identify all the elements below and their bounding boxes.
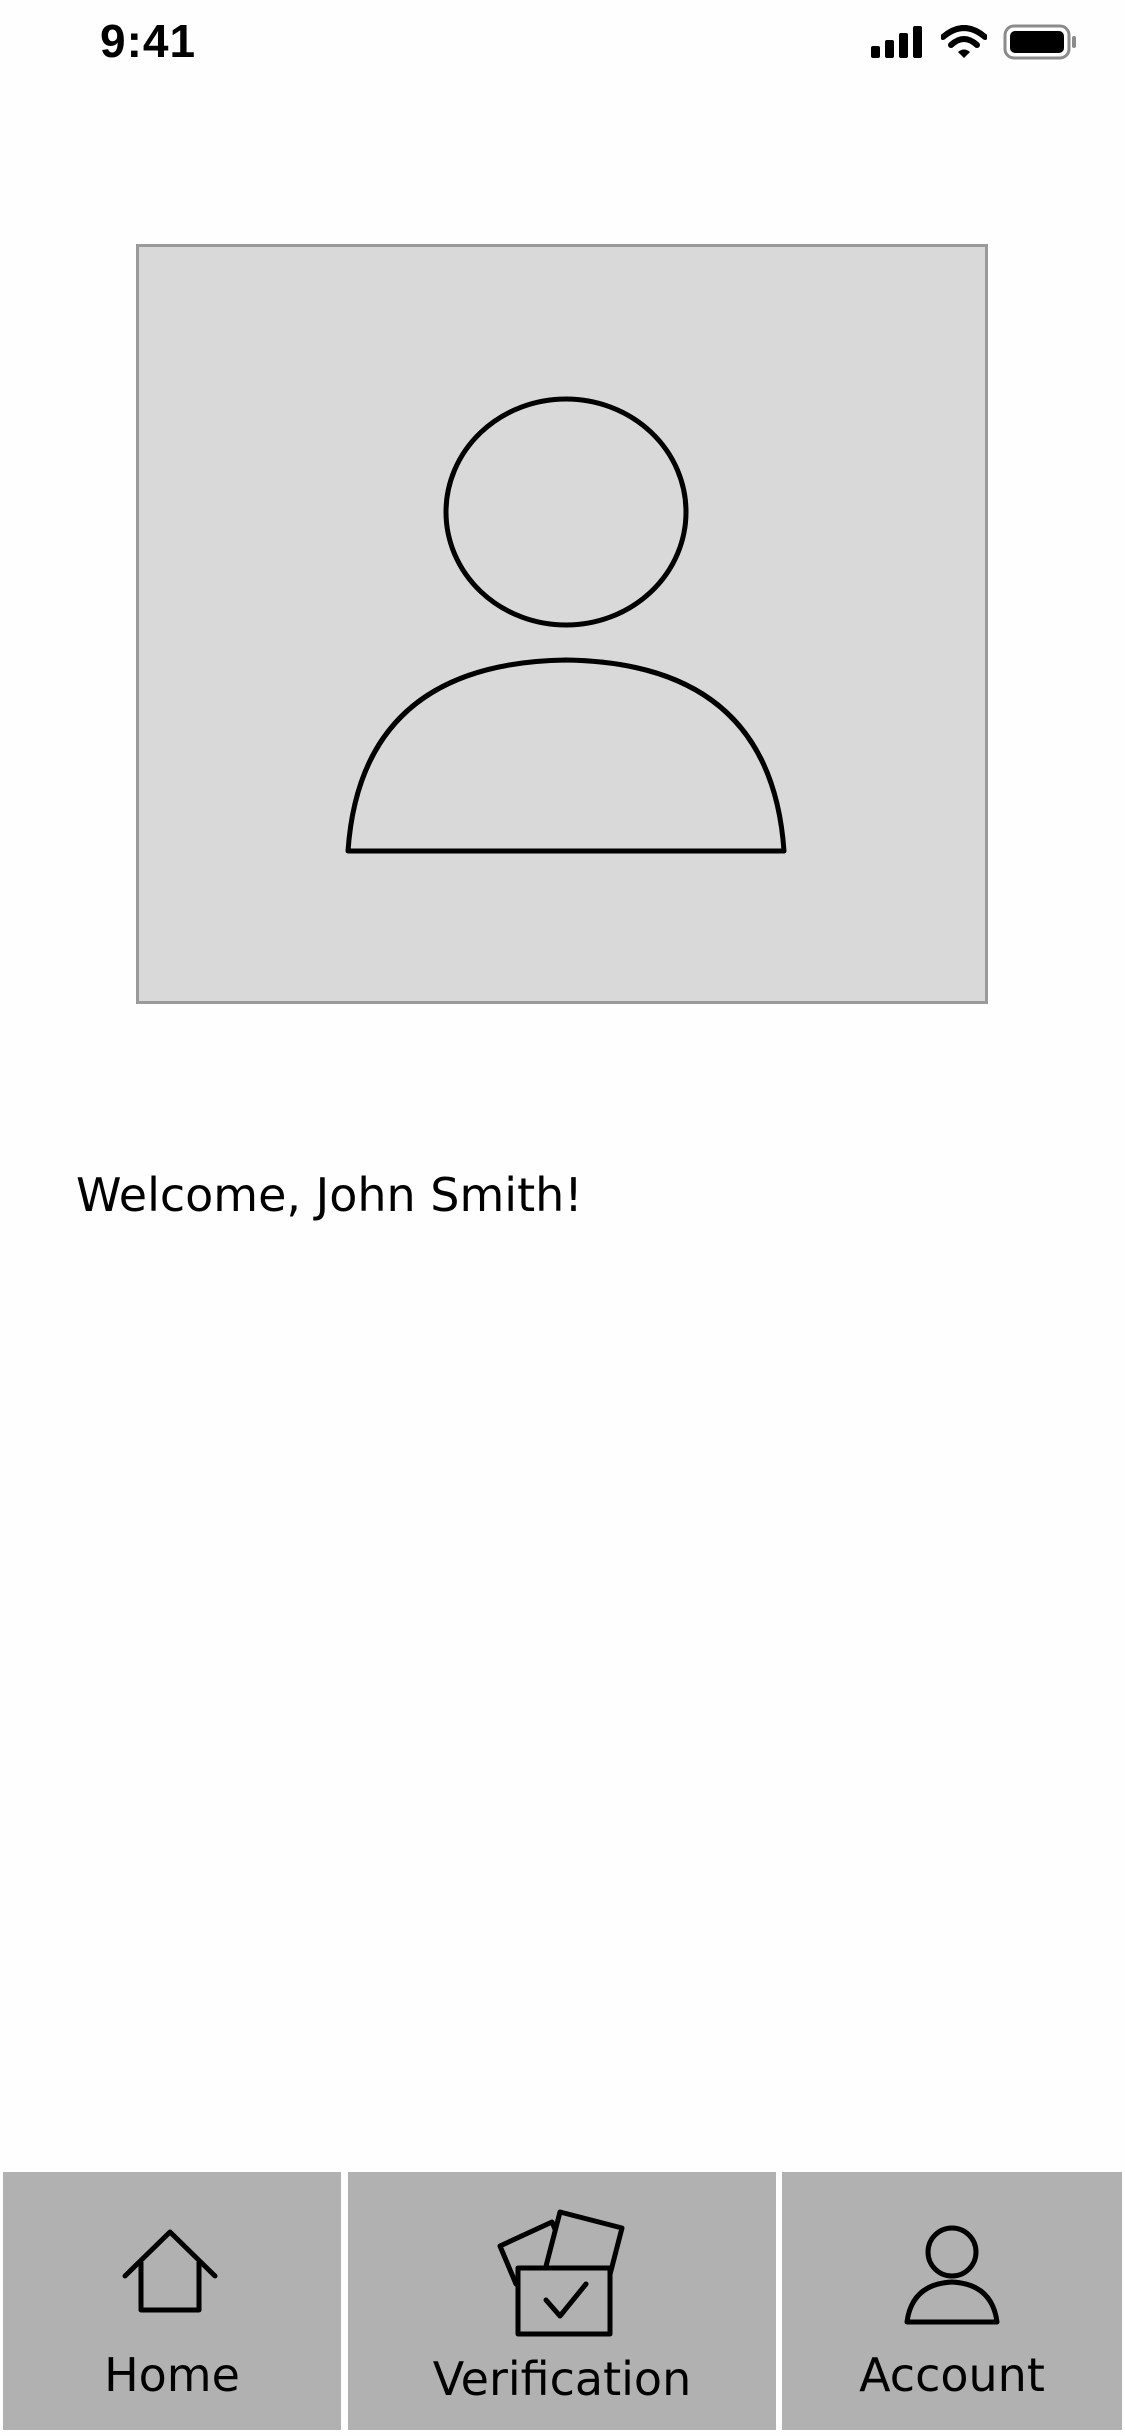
tab-account-label: Account (859, 2348, 1045, 2402)
person-icon (345, 396, 787, 854)
cellular-signal-icon (871, 26, 922, 58)
tab-account[interactable]: Account (782, 2172, 1122, 2430)
house-icon (122, 2229, 218, 2313)
battery-icon (1003, 24, 1076, 60)
tab-verification-label: Verification (432, 2352, 692, 2406)
status-bar: 9:41 (0, 0, 1125, 90)
welcome-message: Welcome, John Smith! (76, 1168, 583, 1222)
tab-verification[interactable]: Verification (348, 2172, 776, 2430)
tab-bar: Home Verification Account (0, 2170, 1125, 2436)
wifi-icon (941, 25, 987, 58)
status-icons (871, 22, 1077, 62)
verification-cards-icon (497, 2209, 625, 2337)
tab-home-label: Home (104, 2348, 240, 2402)
status-time: 9:41 (100, 15, 197, 67)
person-icon (904, 2225, 1000, 2325)
profile-photo-placeholder[interactable] (136, 244, 988, 1004)
tab-home[interactable]: Home (3, 2172, 341, 2430)
